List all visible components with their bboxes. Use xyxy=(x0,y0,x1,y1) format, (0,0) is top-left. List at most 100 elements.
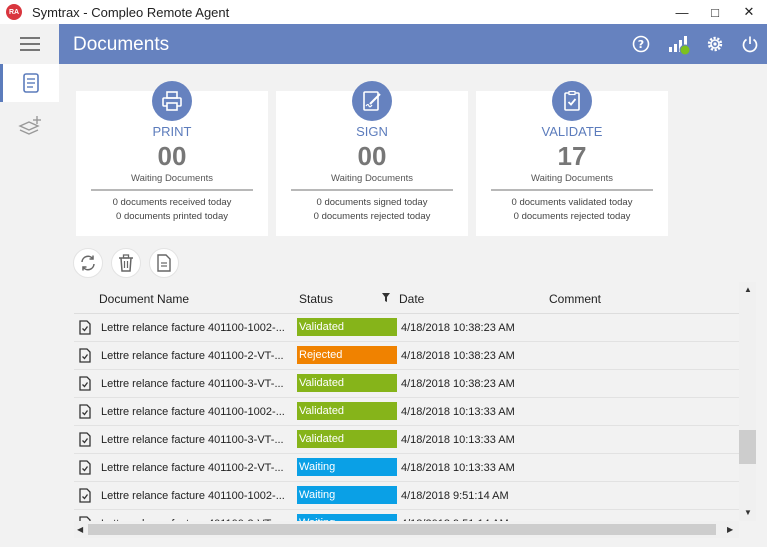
minimize-button[interactable]: — xyxy=(666,0,698,24)
window-title: Symtrax - Compleo Remote Agent xyxy=(32,4,230,20)
document-check-icon xyxy=(79,320,91,335)
title-bar: RA Symtrax - Compleo Remote Agent — □ ✕ xyxy=(0,0,767,24)
card-title: VALIDATE xyxy=(541,124,603,139)
sign-icon xyxy=(363,91,381,111)
help-icon: ? xyxy=(632,35,650,53)
card-stat-1: 0 documents received today xyxy=(112,197,232,208)
column-header-comment[interactable]: Comment xyxy=(549,292,601,306)
card-count: 00 xyxy=(157,141,187,171)
power-button[interactable] xyxy=(740,34,760,54)
page-title: Documents xyxy=(73,34,170,55)
status-badge: Waiting xyxy=(297,514,397,521)
print-card-icon xyxy=(152,81,192,121)
connection-status[interactable] xyxy=(667,34,693,55)
menu-icon[interactable] xyxy=(20,37,40,51)
help-button[interactable]: ? xyxy=(631,34,651,54)
document-name: Lettre relance facture 401100-2-VT-... xyxy=(101,350,284,362)
document-icon xyxy=(157,254,171,272)
table-body: Lettre relance facture 401100-1002-... Va… xyxy=(59,314,739,521)
signal-icon xyxy=(669,36,691,55)
table-row[interactable]: Lettre relance facture 401100-2-VT-... Re… xyxy=(74,342,739,370)
status-badge: Validated xyxy=(297,430,397,448)
column-header-name[interactable]: Document Name xyxy=(99,292,189,306)
document-name: Lettre relance facture 401100-1002-... xyxy=(101,406,285,418)
document-name: Lettre relance facture 401100-1002-... xyxy=(101,322,285,334)
column-header-date[interactable]: Date xyxy=(399,292,424,306)
document-check-icon xyxy=(79,460,91,475)
document-date: 4/18/2018 9:51:14 AM xyxy=(401,490,509,502)
table-header: Document Name Status Date Comment xyxy=(59,286,739,312)
print-card[interactable]: PRINT 00 Waiting Documents 0 documents r… xyxy=(76,81,268,236)
card-divider xyxy=(491,189,653,191)
refresh-button[interactable] xyxy=(73,248,103,278)
card-stat-2: 0 documents rejected today xyxy=(513,211,631,222)
validate-icon xyxy=(564,90,580,111)
nav-rail xyxy=(0,24,59,547)
document-date: 4/18/2018 10:38:23 AM xyxy=(401,322,515,334)
filter-icon[interactable] xyxy=(382,293,390,302)
document-name: Lettre relance facture 401100-3-VT-... xyxy=(101,378,284,390)
close-button[interactable]: ✕ xyxy=(733,0,765,24)
card-subtitle: Waiting Documents xyxy=(530,173,613,184)
scroll-left-arrow[interactable]: ◀ xyxy=(77,525,83,534)
table-row[interactable]: Lettre relance facture 401100-1002-... Wa… xyxy=(74,482,739,510)
table-row[interactable]: Lettre relance facture 401100-3-VT-... Va… xyxy=(74,426,739,454)
scroll-up-arrow[interactable]: ▲ xyxy=(744,285,752,294)
delete-icon xyxy=(119,254,133,272)
maximize-button[interactable]: □ xyxy=(699,0,731,24)
document-date: 4/18/2018 10:38:23 AM xyxy=(401,350,515,362)
settings-button[interactable] xyxy=(705,34,725,54)
status-badge: Validated xyxy=(297,374,397,392)
status-badge: Validated xyxy=(297,402,397,420)
card-divider xyxy=(91,189,253,191)
card-title: SIGN xyxy=(356,124,388,139)
status-badge: Validated xyxy=(297,318,397,336)
refresh-icon xyxy=(81,255,95,271)
card-subtitle: Waiting Documents xyxy=(330,173,413,184)
table-row[interactable]: Lettre relance facture 401100-3-VT-...Wa… xyxy=(74,510,739,521)
card-count: 17 xyxy=(557,141,587,171)
view-document-button[interactable] xyxy=(149,248,179,278)
document-check-icon xyxy=(79,348,91,363)
vertical-scrollbar[interactable]: ▲ ▼ xyxy=(739,282,756,521)
scroll-down-arrow[interactable]: ▼ xyxy=(744,508,752,517)
document-date: 4/18/2018 10:13:33 AM xyxy=(401,406,515,418)
table-row[interactable]: Lettre relance facture 401100-2-VT-... Wa… xyxy=(74,454,739,482)
document-name: Lettre relance facture 401100-1002-... xyxy=(101,490,285,502)
status-badge: Waiting xyxy=(297,458,397,476)
main-content: PRINT 00 Waiting Documents 0 documents r… xyxy=(59,64,767,547)
power-icon xyxy=(742,36,758,53)
card-stat-2: 0 documents rejected today xyxy=(313,211,431,222)
horizontal-scrollbar[interactable]: ◀ ▶ xyxy=(74,521,739,538)
sign-card[interactable]: SIGN 00 Waiting Documents 0 documents si… xyxy=(276,81,468,236)
horizontal-scroll-thumb[interactable] xyxy=(88,524,716,535)
document-name: Lettre relance facture 401100-2-VT-... xyxy=(101,462,284,474)
column-header-status[interactable]: Status xyxy=(299,292,333,306)
table-row[interactable]: Lettre relance facture 401100-1002-... Va… xyxy=(74,314,739,342)
table-row[interactable]: Lettre relance facture 401100-3-VT-... Va… xyxy=(74,370,739,398)
table-row[interactable]: Lettre relance facture 401100-1002-... Va… xyxy=(74,398,739,426)
card-subtitle: Waiting Documents xyxy=(130,173,213,184)
layers-add-icon xyxy=(18,116,41,135)
document-check-icon xyxy=(79,432,91,447)
printer-icon xyxy=(162,91,182,111)
scroll-right-arrow[interactable]: ▶ xyxy=(727,525,733,534)
status-badge: Rejected xyxy=(297,346,397,364)
validate-card[interactable]: VALIDATE 17 Waiting Documents 0 document… xyxy=(476,81,668,236)
card-divider xyxy=(291,189,453,191)
vertical-scroll-thumb[interactable] xyxy=(739,430,756,464)
document-name: Lettre relance facture 401100-3-VT-... xyxy=(101,434,284,446)
settings-icon xyxy=(707,36,723,52)
card-stat-1: 0 documents signed today xyxy=(316,197,428,208)
document-date: 4/18/2018 10:38:23 AM xyxy=(401,378,515,390)
nav-documents[interactable] xyxy=(0,64,59,102)
delete-button[interactable] xyxy=(111,248,141,278)
nav-add-layer[interactable] xyxy=(18,114,44,141)
document-check-icon xyxy=(79,376,91,391)
document-date: 4/18/2018 10:13:33 AM xyxy=(401,434,515,446)
card-stat-1: 0 documents validated today xyxy=(511,197,633,208)
card-stat-2: 0 documents printed today xyxy=(116,211,228,222)
document-date: 4/18/2018 10:13:33 AM xyxy=(401,462,515,474)
validate-card-icon xyxy=(552,81,592,121)
app-logo: RA xyxy=(6,4,22,20)
